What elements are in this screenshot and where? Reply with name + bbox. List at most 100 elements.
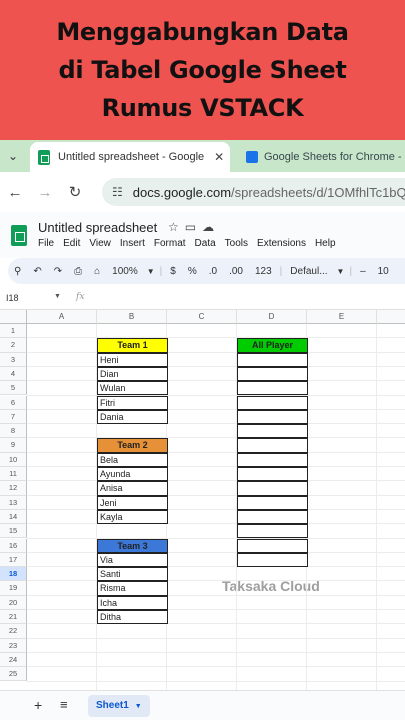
row-header-20[interactable]: 20 [0,595,27,610]
column-header-a[interactable]: A [27,310,97,324]
close-icon[interactable]: ✕ [214,150,224,164]
row-header-7[interactable]: 7 [0,409,27,425]
decrease-decimal-button[interactable]: .0 [203,266,223,277]
back-arrow-icon[interactable]: ← [0,184,30,201]
row-header-18[interactable]: 18 [0,567,27,582]
menu-data[interactable]: Data [195,238,216,249]
row-header-25[interactable]: 25 [0,667,27,682]
percent-format-button[interactable]: % [182,266,203,277]
chevron-down-icon[interactable]: ▼ [54,293,61,300]
site-settings-icon[interactable]: ☷ [112,185,123,199]
select-all-corner[interactable] [0,310,27,324]
empty-cell[interactable] [237,381,308,396]
undo-icon[interactable]: ↶ [27,266,47,277]
row-header-12[interactable]: 12 [0,481,27,496]
url-field[interactable]: ☷ docs.google.com/spreadsheets/d/1OMfhlT… [102,178,405,206]
empty-cell[interactable] [237,352,308,367]
spreadsheet-grid[interactable]: Taksaka Cloud A B C D E 1 2 3 4 5 6 7 8 9 10 11 12 13 14 15… [0,310,405,690]
reload-icon[interactable]: ↻ [60,183,90,201]
table-cell[interactable]: Heni [97,352,168,367]
empty-cell[interactable] [237,366,308,382]
table-cell[interactable]: Risma [97,581,168,596]
zoom-select[interactable]: 100% [106,266,144,277]
empty-cell[interactable] [237,452,308,467]
table-header-team1[interactable]: Team 1 [97,338,168,353]
table-cell[interactable]: Kayla [97,509,168,525]
paint-format-icon[interactable]: ⌂ [88,266,106,277]
chevron-down-icon[interactable]: ▼ [334,267,348,276]
menu-format[interactable]: Format [154,238,186,249]
table-cell[interactable]: Via [97,552,168,568]
row-header-1[interactable]: 1 [0,324,27,339]
empty-cell[interactable] [237,524,308,539]
sheets-logo-icon[interactable] [11,225,27,246]
sheet-tab-sheet1[interactable]: Sheet1 ▼ [88,695,150,717]
row-header-15[interactable]: 15 [0,524,27,539]
column-header-c[interactable]: C [167,310,237,324]
chevron-down-icon[interactable]: ▼ [135,703,142,710]
browser-tab-spreadsheet[interactable]: Untitled spreadsheet - Google ✕ [30,142,230,172]
table-cell[interactable]: Jeni [97,495,168,510]
row-header-24[interactable]: 24 [0,652,27,668]
decrease-font-size-button[interactable]: – [354,266,372,277]
print-icon[interactable]: ⎙ [68,266,88,277]
star-icon[interactable]: ☆ [168,220,185,234]
menu-edit[interactable]: Edit [63,238,80,249]
table-header-all-player[interactable]: All Player [237,338,308,353]
row-header-9[interactable]: 9 [0,438,27,453]
row-header-14[interactable]: 14 [0,509,27,525]
table-cell[interactable]: Dian [97,366,168,382]
row-header-4[interactable]: 4 [0,366,27,382]
menu-file[interactable]: File [38,238,54,249]
table-header-team3[interactable]: Team 3 [97,538,168,553]
table-cell[interactable]: Ditha [97,610,168,625]
column-header-b[interactable]: B [97,310,167,324]
table-cell[interactable]: Ayunda [97,467,168,482]
row-header-13[interactable]: 13 [0,495,27,510]
empty-cell[interactable] [237,481,308,496]
column-header-partial[interactable] [377,310,405,324]
empty-cell[interactable] [237,495,308,510]
empty-cell[interactable] [237,552,308,568]
row-header-21[interactable]: 21 [0,610,27,625]
currency-format-button[interactable]: $ [164,266,182,277]
menu-tools[interactable]: Tools [225,238,248,249]
table-cell[interactable]: Fitri [97,395,168,410]
tab-search-chevron-icon[interactable]: ⌄ [0,140,26,172]
add-sheet-button[interactable]: + [34,697,42,713]
forward-arrow-icon[interactable]: → [30,184,60,201]
row-header-11[interactable]: 11 [0,467,27,482]
empty-cell[interactable] [237,438,308,453]
font-select[interactable]: Defaul... [284,266,333,277]
move-folder-icon[interactable]: ▭ [185,220,202,234]
row-header-16[interactable]: 16 [0,538,27,553]
column-header-d[interactable]: D [237,310,307,324]
row-header-8[interactable]: 8 [0,424,27,439]
row-header-22[interactable]: 22 [0,624,27,639]
menu-extensions[interactable]: Extensions [257,238,306,249]
row-header-10[interactable]: 10 [0,452,27,467]
document-title[interactable]: Untitled spreadsheet [38,220,157,235]
table-cell[interactable]: Dania [97,409,168,425]
menu-help[interactable]: Help [315,238,336,249]
row-header-3[interactable]: 3 [0,352,27,367]
table-cell[interactable]: Bela [97,452,168,467]
empty-cell[interactable] [237,509,308,525]
increase-decimal-button[interactable]: .00 [223,266,249,277]
browser-tab-sheets-for-chrome[interactable]: Google Sheets for Chrome - D [240,142,405,172]
empty-cell[interactable] [237,538,308,553]
name-box[interactable]: I18 [6,293,19,303]
search-icon[interactable]: ⚲ [8,266,27,277]
menu-view[interactable]: View [89,238,111,249]
more-formats-button[interactable]: 123 [249,266,278,277]
table-header-team2[interactable]: Team 2 [97,438,168,453]
chevron-down-icon[interactable]: ▼ [144,267,158,276]
row-header-23[interactable]: 23 [0,638,27,653]
font-size-input[interactable]: 10 [372,266,395,277]
row-header-2[interactable]: 2 [0,338,27,353]
empty-cell[interactable] [237,424,308,439]
menu-insert[interactable]: Insert [120,238,145,249]
empty-cell[interactable] [237,409,308,425]
row-header-6[interactable]: 6 [0,395,27,410]
column-header-e[interactable]: E [307,310,377,324]
